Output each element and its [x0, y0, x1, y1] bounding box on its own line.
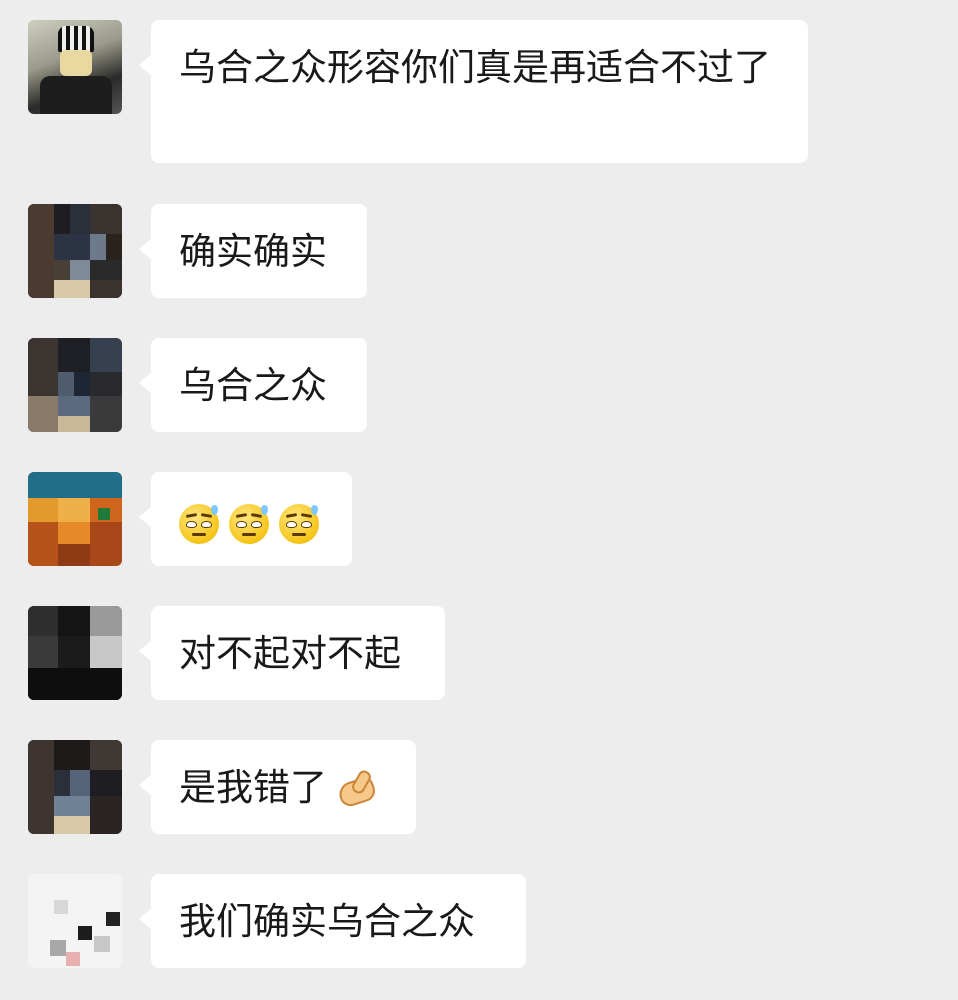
message-text: 乌合之众形容你们真是再适合不过了: [179, 46, 771, 89]
avatar-message-6[interactable]: [28, 740, 122, 834]
message-text: 是我错了: [179, 766, 327, 809]
avatar-message-2[interactable]: [28, 204, 122, 298]
avatar-message-4[interactable]: [28, 472, 122, 566]
avatar-message-3[interactable]: [28, 338, 122, 432]
message-text: 对不起对不起: [179, 632, 401, 675]
sweat-smile-emoji-icon: [279, 503, 319, 544]
message-bubble-4[interactable]: [139, 472, 352, 566]
sweat-smile-emoji-icon: [179, 503, 219, 544]
message-text: 乌合之众: [179, 364, 327, 407]
sweat-smile-emoji-icon: [229, 503, 269, 544]
avatar-message-5[interactable]: [28, 606, 122, 700]
message-bubble-7[interactable]: 我们确实乌合之众: [139, 874, 526, 968]
message-bubble-3[interactable]: 乌合之众: [139, 338, 367, 432]
message-bubble-6[interactable]: 是我错了: [139, 740, 416, 834]
message-text: 我们确实乌合之众: [179, 900, 475, 943]
message-bubble-1[interactable]: 乌合之众形容你们真是再适合不过了: [139, 20, 808, 163]
chat-message-list: 乌合之众形容你们真是再适合不过了 确实确实 乌合之众 对不起对不起 是我错了 我…: [0, 0, 958, 1000]
ok-hand-emoji-icon: [333, 766, 378, 809]
avatar-message-7[interactable]: [28, 874, 122, 968]
avatar-message-1[interactable]: [28, 20, 122, 114]
message-bubble-5[interactable]: 对不起对不起: [139, 606, 445, 700]
message-bubble-2[interactable]: 确实确实: [139, 204, 367, 298]
message-text: 确实确实: [179, 230, 327, 273]
